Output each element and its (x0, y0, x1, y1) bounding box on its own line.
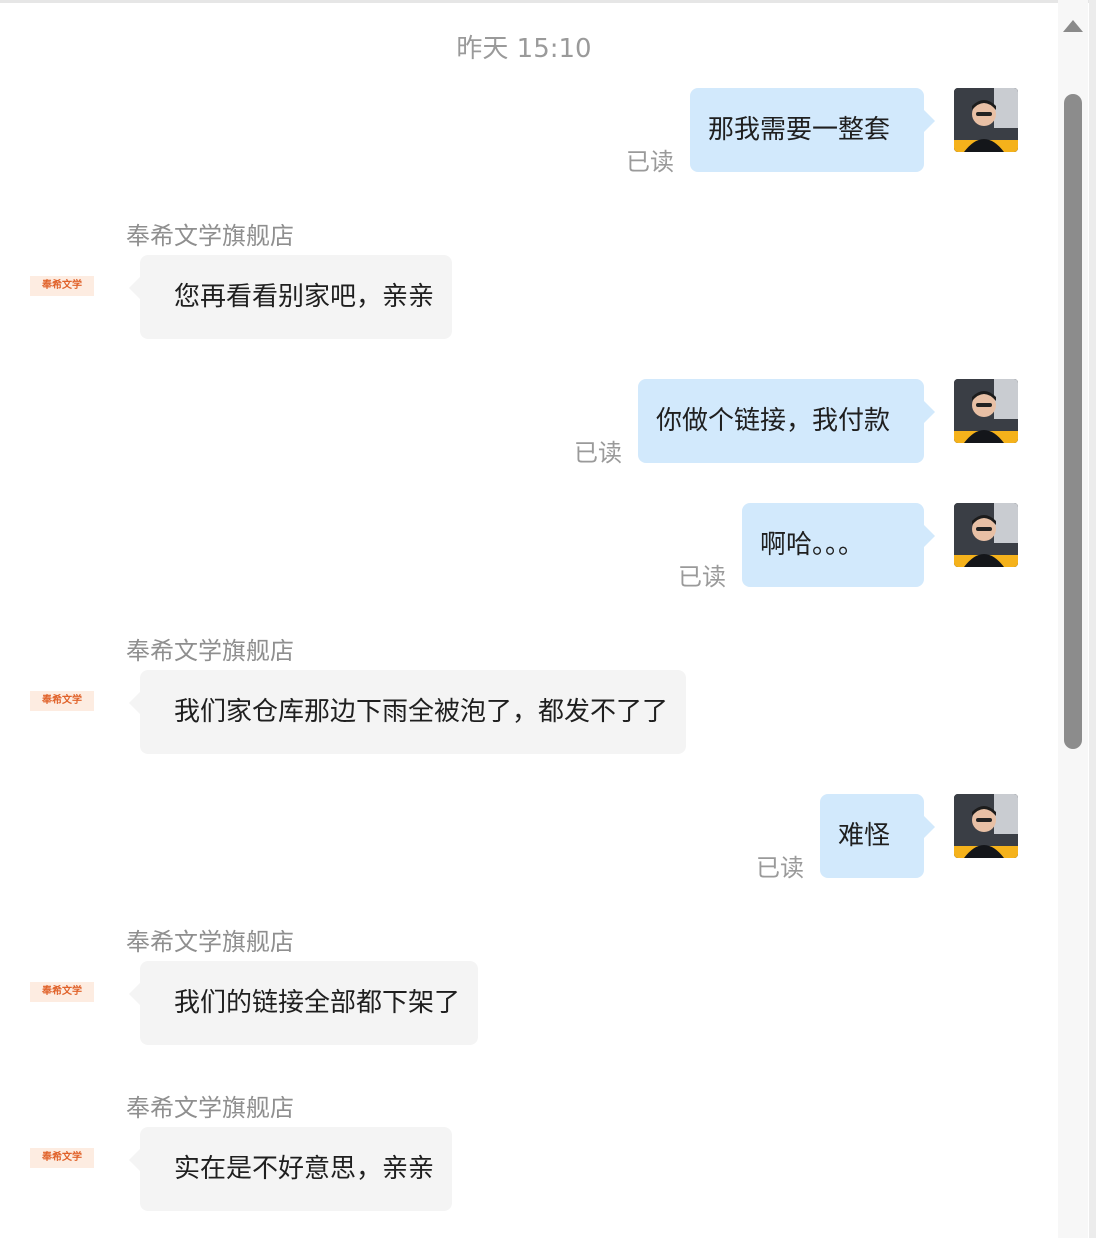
read-status: 已读 (626, 148, 674, 176)
message-bubble-outgoing[interactable]: 你做个链接，我付款 (638, 379, 935, 463)
chevron-up-icon[interactable] (1063, 20, 1083, 32)
chat-timestamp: 昨天 15:10 (456, 34, 592, 64)
read-status: 已读 (574, 439, 622, 467)
scrollbar-thumb[interactable] (1064, 94, 1082, 749)
sender-name: 奉希文学旗舰店 (126, 928, 294, 956)
message-bubble-outgoing[interactable]: 啊哈。。。 (742, 503, 935, 587)
shop-logo[interactable]: 奉希文学 (30, 276, 94, 296)
message-bubble-outgoing[interactable]: 那我需要一整套 (690, 88, 935, 172)
user-avatar[interactable] (954, 503, 1018, 567)
shop-logo[interactable]: 奉希文学 (30, 982, 94, 1002)
read-status: 已读 (756, 854, 804, 882)
sender-name: 奉希文学旗舰店 (126, 637, 294, 665)
shop-logo[interactable]: 奉希文学 (30, 1148, 94, 1168)
read-status: 已读 (678, 563, 726, 591)
shop-logo[interactable]: 奉希文学 (30, 691, 94, 711)
top-border (0, 0, 1096, 3)
message-bubble-incoming[interactable]: 实在是不好意思，亲亲 (129, 1127, 452, 1211)
message-bubble-incoming[interactable]: 您再看看别家吧，亲亲 (129, 255, 452, 339)
user-avatar[interactable] (954, 379, 1018, 443)
sender-name: 奉希文学旗舰店 (126, 222, 294, 250)
message-bubble-incoming[interactable]: 我们的链接全部都下架了 (129, 961, 478, 1045)
user-avatar[interactable] (954, 88, 1018, 152)
sender-name: 奉希文学旗舰店 (126, 1094, 294, 1122)
window-edge (1089, 0, 1096, 1238)
message-bubble-incoming[interactable]: 我们家仓库那边下雨全被泡了，都发不了了 (129, 670, 686, 754)
user-avatar[interactable] (954, 794, 1018, 858)
message-bubble-outgoing[interactable]: 难怪 (820, 794, 935, 878)
